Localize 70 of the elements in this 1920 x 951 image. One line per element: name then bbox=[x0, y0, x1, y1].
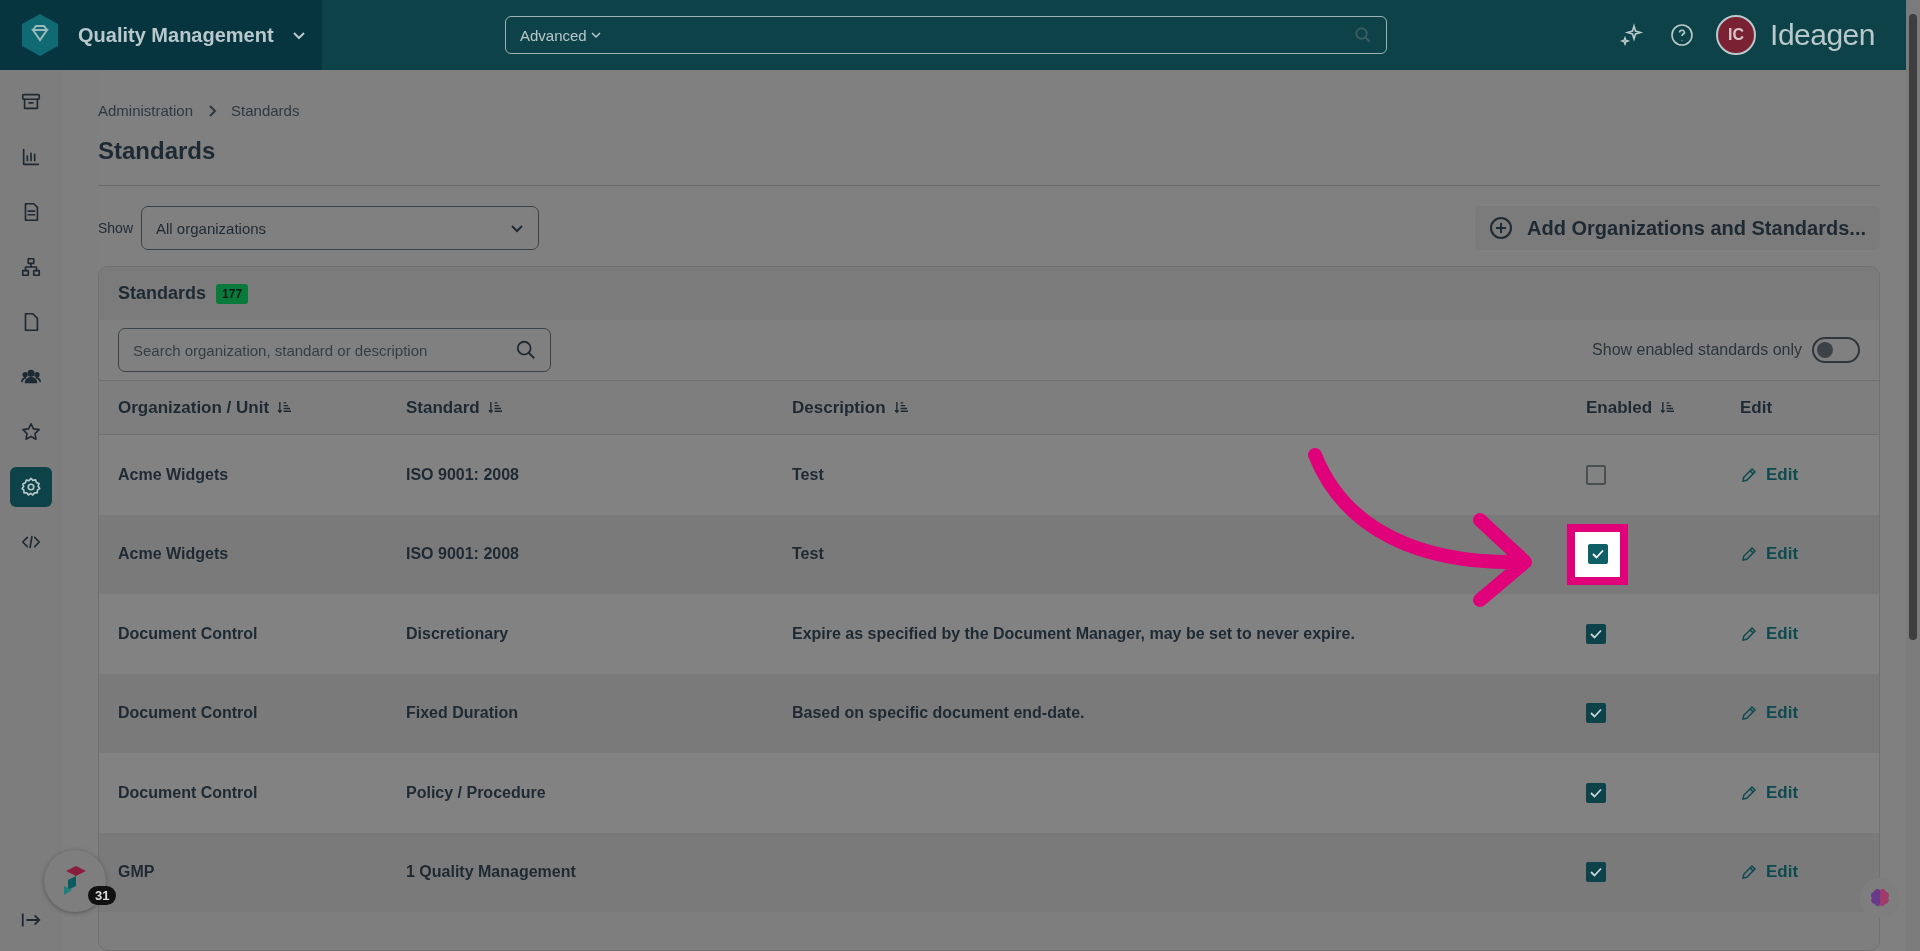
table-cell-text: Acme Widgets bbox=[118, 545, 230, 564]
table-cell-text: Test bbox=[792, 545, 825, 564]
edit-link[interactable]: Edit bbox=[1740, 703, 1879, 724]
sort-icon[interactable] bbox=[893, 401, 909, 414]
column-header[interactable]: Organization / Unit bbox=[118, 397, 270, 418]
sparkle-icon[interactable] bbox=[1620, 23, 1645, 47]
sort-icon[interactable] bbox=[277, 401, 293, 414]
table-cell-text: Document Control bbox=[118, 624, 259, 643]
pencil-icon bbox=[1740, 783, 1758, 802]
table-cell-text: Policy / Procedure bbox=[406, 783, 547, 802]
sort-icon[interactable] bbox=[487, 401, 503, 414]
table-cell-text: 1 Quality Management bbox=[406, 863, 577, 882]
filter-label: Show bbox=[98, 220, 134, 236]
check-icon bbox=[1589, 865, 1603, 880]
search-scope-dropdown[interactable]: Advanced bbox=[520, 26, 587, 44]
organization-dropdown[interactable]: All organizations bbox=[141, 206, 540, 250]
table-cell-text: Acme Widgets bbox=[118, 465, 230, 484]
table-cell-text: Discretionary bbox=[406, 624, 510, 643]
add-organizations-button[interactable]: Add Organizations and Standards... bbox=[1475, 206, 1880, 250]
search-field[interactable]: Search organization, standard or description bbox=[118, 328, 551, 372]
sort-icon[interactable] bbox=[1660, 401, 1676, 414]
table-cell-text: ISO 9001: 2008 bbox=[406, 545, 520, 564]
pencil-icon bbox=[1740, 624, 1758, 643]
check-icon bbox=[1590, 547, 1605, 562]
enabled-checkbox[interactable] bbox=[1586, 862, 1606, 883]
user-avatar[interactable]: IC bbox=[1716, 15, 1757, 55]
plus-circle-icon bbox=[1489, 216, 1514, 240]
page-title: Standards bbox=[98, 137, 217, 165]
column-header[interactable]: Description bbox=[792, 397, 886, 418]
chevron-down-icon[interactable] bbox=[590, 30, 601, 40]
table-cell-text: Based on specific document end-date. bbox=[792, 704, 1086, 723]
check-icon bbox=[1589, 706, 1603, 721]
global-search-field[interactable]: Advanced bbox=[505, 16, 1387, 54]
count-badge: 177 bbox=[216, 283, 249, 304]
table-cell-text: ISO 9001: 2008 bbox=[406, 465, 520, 484]
column-header[interactable]: Standard bbox=[406, 397, 480, 418]
enabled-checkbox[interactable] bbox=[1587, 544, 1608, 565]
scrollbar[interactable] bbox=[1906, 0, 1920, 951]
edit-link[interactable]: Edit bbox=[1740, 464, 1879, 485]
pencil-icon bbox=[1740, 465, 1758, 484]
column-header[interactable]: Edit bbox=[1740, 397, 1773, 418]
toggle-label: Show enabled standards only bbox=[1592, 341, 1802, 359]
pencil-icon bbox=[1740, 863, 1758, 882]
breadcrumb-current: Standards bbox=[231, 102, 300, 119]
table-cell-text: Expire as specified by the Document Manager, may be set to never expire. bbox=[792, 624, 1356, 643]
enabled-checkbox[interactable] bbox=[1586, 464, 1606, 485]
pencil-icon bbox=[1740, 704, 1758, 723]
table-cell-text: Document Control bbox=[118, 783, 259, 802]
table-cell-text: Fixed Duration bbox=[406, 704, 519, 723]
panel-title: Standards bbox=[118, 283, 207, 304]
edit-link[interactable]: Edit bbox=[1740, 544, 1879, 565]
column-header[interactable]: Enabled bbox=[1586, 397, 1653, 418]
breadcrumb-link[interactable]: Administration bbox=[98, 102, 194, 119]
help-icon[interactable] bbox=[1670, 23, 1695, 47]
search-icon[interactable] bbox=[515, 339, 537, 361]
edit-link[interactable]: Edit bbox=[1740, 623, 1879, 644]
table-cell-text: Test bbox=[792, 465, 825, 484]
diamond-logo[interactable] bbox=[20, 13, 60, 57]
enabled-checkbox[interactable] bbox=[1586, 782, 1606, 803]
toggle-switch[interactable] bbox=[1812, 337, 1860, 363]
gear-icon[interactable] bbox=[10, 467, 52, 507]
enabled-checkbox[interactable] bbox=[1586, 623, 1606, 644]
edit-link[interactable]: Edit bbox=[1740, 782, 1879, 803]
enabled-checkbox[interactable] bbox=[1586, 703, 1606, 724]
pencil-icon bbox=[1740, 545, 1758, 564]
brand-logo: Ideagen bbox=[1770, 18, 1875, 52]
table-cell-text: GMP bbox=[118, 863, 156, 882]
edit-link[interactable]: Edit bbox=[1740, 862, 1879, 883]
chevron-right-icon bbox=[207, 104, 218, 117]
table-cell-text: Document Control bbox=[118, 704, 259, 723]
